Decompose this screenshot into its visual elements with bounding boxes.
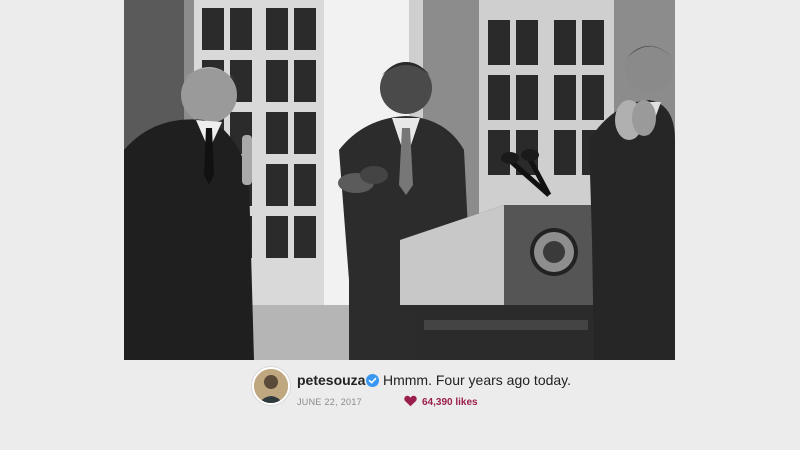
post-date: JUNE 22, 2017 [297,397,362,407]
username[interactable]: petesouza [297,372,365,388]
post-photo [124,0,675,360]
likes-count[interactable]: 64,390 likes [422,397,478,408]
post-caption-bar: petesouza Hmmm. Four years ago today. JU… [124,360,675,450]
photo-scene [124,0,675,360]
post-caption: Hmmm. Four years ago today. [383,372,572,388]
heart-icon[interactable] [404,395,417,407]
verified-badge-icon [366,374,379,387]
profile-avatar[interactable] [252,367,290,405]
avatar-image [254,369,288,403]
